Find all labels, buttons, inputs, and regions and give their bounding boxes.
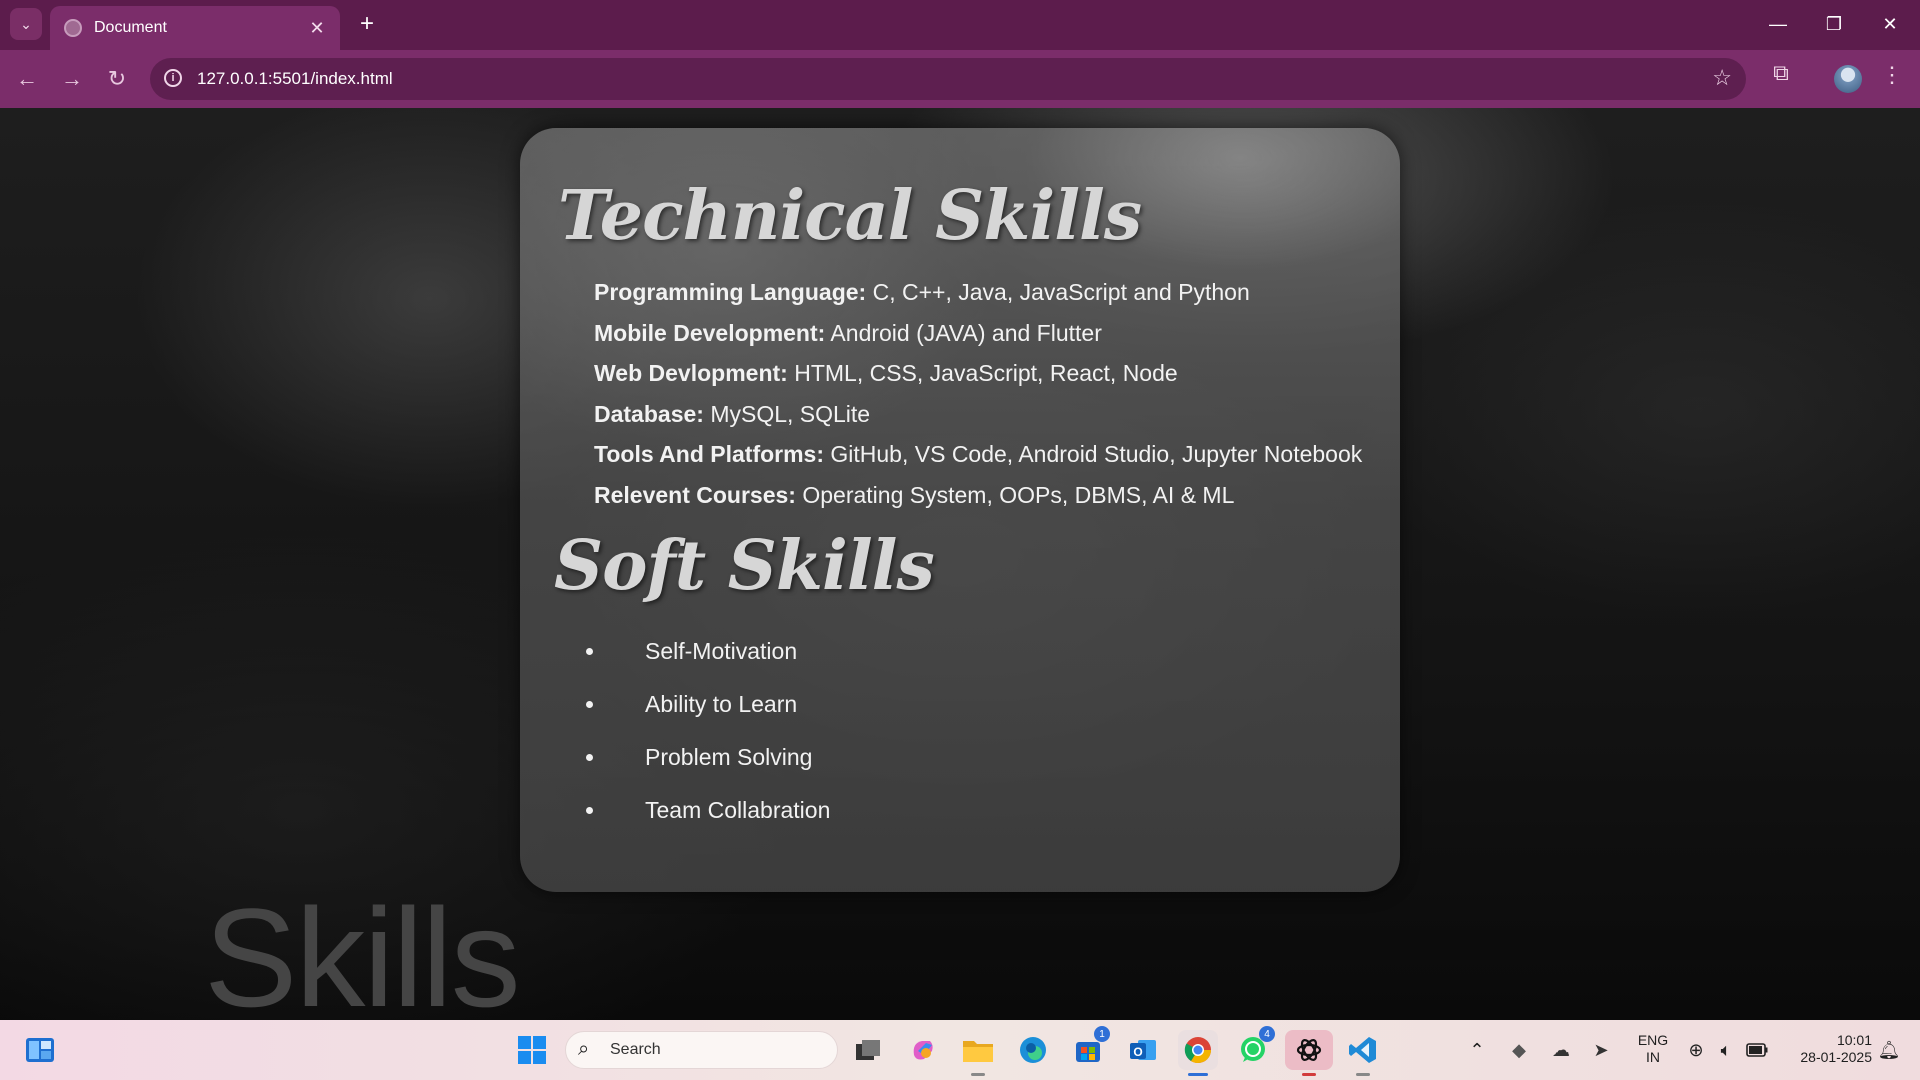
clock-date: 28-01-2025 [1800,1049,1872,1065]
skill-label: Database: [594,400,704,427]
chevron-up-icon[interactable]: ⌃ [1462,1030,1492,1070]
skill-label: Programming Language: [594,279,867,305]
onedrive-icon[interactable]: ☁ [1546,1030,1576,1070]
edge-icon[interactable] [1013,1030,1053,1070]
skill-label: Web Devlopment: [594,360,788,386]
close-tab-icon[interactable]: ✕ [306,18,328,39]
skill-row: Web Devlopment: HTML, CSS, JavaScript, R… [594,353,1362,394]
soft-skills-heading: Soft Skills [554,526,935,606]
skill-row: Tools And Platforms: GitHub, VS Code, An… [594,434,1362,475]
tab-strip: ⌄ Document ✕ + — ❐ ✕ [0,0,1920,50]
bookmark-star-icon[interactable]: ☆ [1712,65,1732,91]
technical-skills-heading: Technical Skills [558,176,1142,256]
whatsapp-badge: 4 [1259,1026,1275,1042]
reload-icon[interactable]: ↻ [100,62,134,96]
minimize-icon[interactable]: — [1750,6,1806,42]
notification-bell-icon[interactable]: 🔔︎ [1874,1030,1904,1070]
network-icon[interactable]: ⊕ [1682,1030,1710,1070]
skill-row: Relevent Courses: Operating System, OOPs… [594,475,1362,516]
store-badge: 1 [1094,1026,1110,1042]
favicon-icon [64,19,82,37]
tab-search-icon[interactable]: ⌄ [10,8,42,40]
running-indicator [1356,1073,1370,1076]
browser-toolbar: ← → ↻ i 127.0.0.1:5501/index.html ☆ [0,50,1920,108]
store-icon[interactable]: 1 [1068,1026,1110,1070]
soft-skill-text: Problem Solving [645,744,813,770]
technical-skills-list: Programming Language: C, C++, Java, Java… [594,272,1362,515]
soft-skill-text: Self-Motivation [645,638,798,664]
chatgpt-icon[interactable] [1285,1030,1333,1076]
widgets-icon[interactable] [20,1030,60,1070]
skill-label: Mobile Development: [594,319,826,346]
bullet-icon [586,807,593,814]
background-heading: Skills [204,879,521,1021]
file-explorer-icon[interactable] [958,1030,998,1076]
back-icon[interactable]: ← [10,62,44,96]
vscode-icon[interactable] [1343,1030,1383,1076]
skill-value: Android (JAVA) and Flutter [825,319,1102,346]
skill-row: Mobile Development: Android (JAVA) and F… [594,313,1362,354]
bullet-icon [586,648,593,655]
more-menu-icon[interactable]: ⋮ [1880,62,1904,92]
search-icon: ⌕ [578,1038,590,1060]
search-placeholder: Search [610,1041,661,1058]
skill-row: Database: MySQL, SQLite [594,394,1362,435]
profile-avatar[interactable] [1834,65,1862,93]
tab-document[interactable]: Document ✕ [50,6,340,50]
close-window-icon[interactable]: ✕ [1862,6,1918,42]
language-indicator[interactable]: ENG IN [1633,1032,1673,1066]
skill-label: Relevent Courses: [594,481,796,508]
volume-icon[interactable]: 🔈︎ [1712,1030,1740,1070]
chrome-icon[interactable] [1178,1030,1218,1076]
skill-row: Programming Language: C, C++, Java, Java… [594,272,1362,313]
bullet-icon [586,701,593,708]
clock[interactable]: 10:01 28-01-2025 [1780,1032,1872,1066]
svg-text:O: O [1133,1045,1142,1059]
skills-card: Technical Skills Programming Language: C… [520,128,1400,892]
dropbox-icon[interactable]: ◆ [1504,1030,1534,1070]
task-view-icon[interactable] [848,1030,888,1070]
extensions-icon[interactable]: ⧉ [1766,60,1796,90]
soft-skill-text: Team Collabration [645,797,831,823]
new-tab-button[interactable]: + [352,9,382,39]
running-indicator [1302,1073,1316,1076]
copilot-icon[interactable] [903,1030,943,1070]
running-indicator [971,1073,985,1076]
location-icon[interactable]: ➤ [1586,1030,1616,1070]
active-indicator [1188,1073,1208,1076]
taskbar-search[interactable]: ⌕ Search [565,1031,838,1069]
tab-title: Document [94,19,167,36]
outlook-icon[interactable]: O [1123,1030,1163,1070]
start-icon[interactable] [512,1030,552,1070]
restore-icon[interactable]: ❐ [1806,6,1862,42]
skill-value: HTML, CSS, JavaScript, React, Node [787,360,1178,386]
skill-value: MySQL, SQLite [703,400,871,427]
language-code: ENG [1637,1032,1669,1048]
battery-icon[interactable] [1742,1030,1772,1070]
skill-value: Operating System, OOPs, DBMS, AI & ML [795,481,1235,508]
taskbar: ⌕ Search 1 O 4 ⌃ ◆ ☁ ➤ ENG IN ⊕ 🔈︎ 10:01… [0,1020,1920,1080]
forward-icon[interactable]: → [55,62,89,96]
skill-label: Tools And Platforms: [594,441,824,467]
whatsapp-icon[interactable]: 4 [1233,1026,1275,1070]
skill-value: GitHub, VS Code, Android Studio, Jupyter… [824,441,1363,467]
region-code: IN [1646,1049,1660,1065]
site-info-icon[interactable]: i [164,69,182,87]
page-viewport: Technical Skills Programming Language: C… [0,108,1920,1020]
url-text[interactable]: 127.0.0.1:5501/index.html [197,69,393,89]
address-bar[interactable]: i 127.0.0.1:5501/index.html ☆ [150,58,1746,100]
skill-value: C, C++, Java, JavaScript and Python [866,279,1250,305]
bullet-icon [586,754,593,761]
soft-skill-text: Ability to Learn [645,691,798,717]
clock-time: 10:01 [1836,1032,1872,1048]
